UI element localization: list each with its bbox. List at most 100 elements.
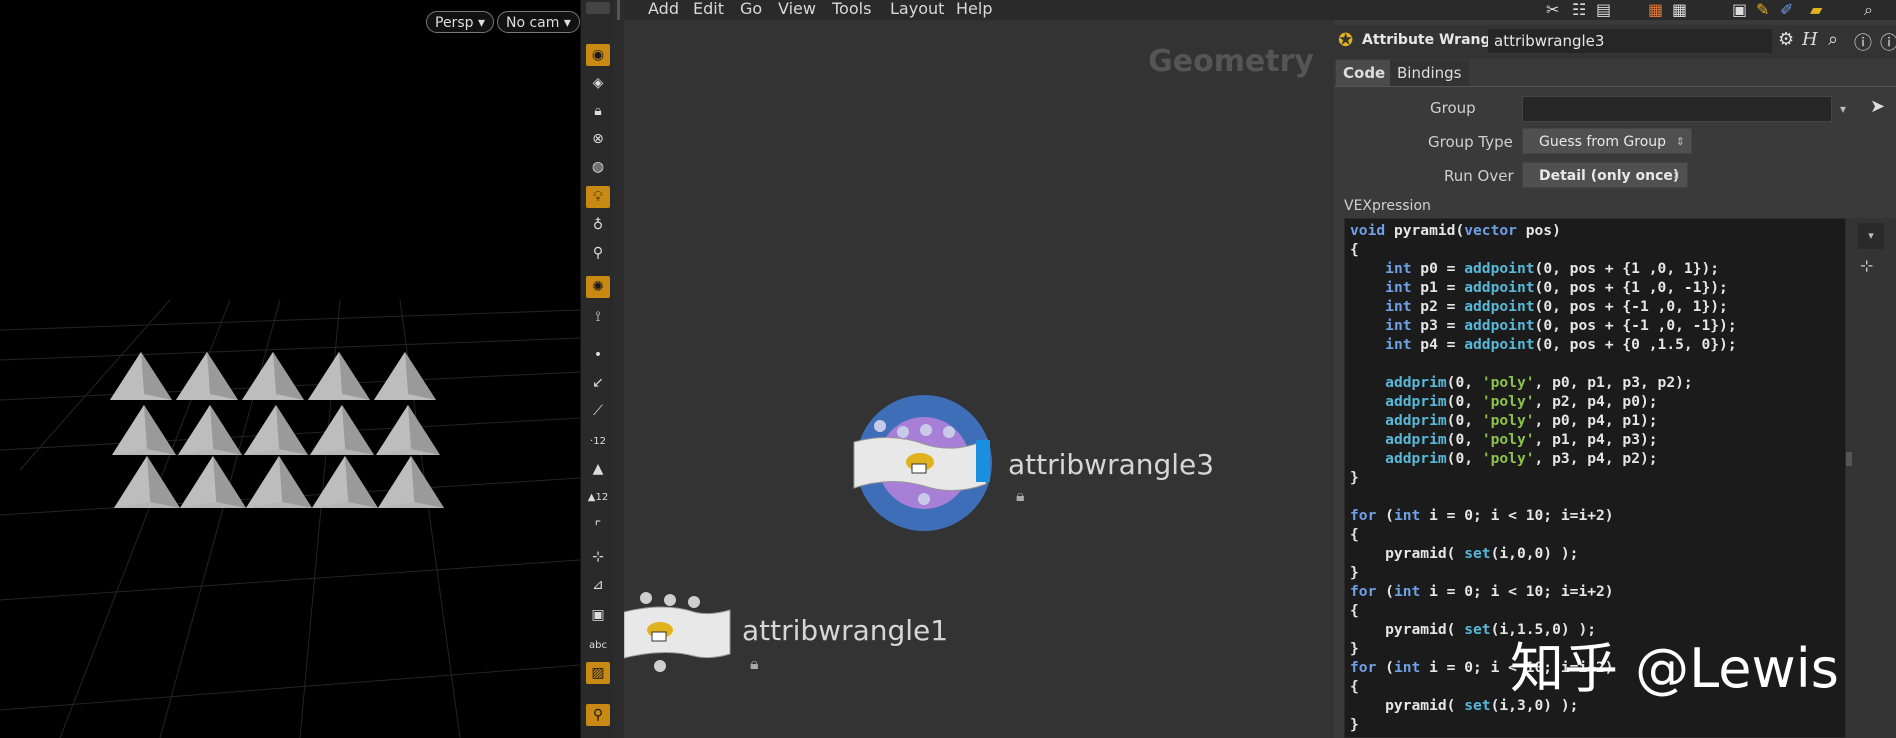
normal-display-icon[interactable]: ↙	[586, 372, 610, 394]
pyramid-geometry	[110, 352, 444, 508]
point-numbers-icon[interactable]: ·12	[586, 430, 610, 452]
network-menubar: Add Edit Go View Tools Layout Help	[624, 0, 1334, 20]
pyramid-mesh	[312, 456, 378, 508]
camera-persp-label: Persp	[435, 15, 474, 31]
node-label-attribwrangle3: attribwrangle3	[1008, 448, 1215, 481]
pane-splitter[interactable]	[614, 0, 624, 738]
camera-persp-menu[interactable]: Persp ▾	[426, 11, 494, 33]
node-attribwrangle1[interactable]	[623, 590, 734, 676]
select-arrow-icon[interactable]: ➤	[1870, 96, 1885, 117]
background-image-icon[interactable]: ▨	[586, 662, 610, 684]
hull-display-icon[interactable]: ⊹	[586, 546, 610, 568]
snapshot-icon[interactable]: ▣	[1732, 0, 1747, 19]
wrangle-node-icon	[623, 592, 731, 672]
prim-numbers-icon[interactable]: ▲12	[586, 486, 610, 508]
tab-divider	[1334, 86, 1896, 87]
pyramid-mesh	[244, 405, 308, 455]
menu-add[interactable]: Add	[648, 0, 679, 18]
network-editor[interactable]: Add Edit Go View Tools Layout Help Geome…	[623, 0, 1334, 738]
group-field[interactable]	[1522, 96, 1832, 122]
pyramid-mesh	[242, 352, 304, 400]
wrangle-node-icon	[853, 395, 992, 531]
run-over-value: Detail (only once)	[1539, 168, 1680, 184]
point-display-icon[interactable]: •	[586, 344, 610, 366]
pyramid-mesh	[310, 405, 374, 455]
node-attribwrangle3[interactable]	[850, 392, 1010, 534]
uv-display-icon[interactable]: ⊿	[586, 574, 610, 596]
pyramid-mesh	[178, 405, 242, 455]
shading-icon[interactable]: ◍	[586, 156, 610, 178]
group-label: Group	[1430, 99, 1476, 117]
table-icon[interactable]: ▦	[1672, 0, 1687, 19]
menu-layout[interactable]: Layout	[890, 0, 944, 18]
pyramid-mesh	[374, 352, 436, 400]
tools-icon[interactable]: ✂	[1546, 0, 1559, 19]
edge-display-icon[interactable]: ⌜	[586, 516, 610, 538]
pyramid-mesh	[110, 352, 172, 400]
editor-resize-handle[interactable]	[1846, 452, 1852, 466]
light-icon[interactable]: ♁	[586, 214, 610, 236]
more-icon[interactable]: ⓘ	[1880, 29, 1896, 55]
vertex-display-icon[interactable]: ▣	[586, 604, 610, 626]
updown-icon: ⇕	[1675, 135, 1685, 148]
editor-side-controls: ▾ ⊹	[1846, 218, 1896, 738]
help-h-icon[interactable]: H	[1802, 29, 1818, 50]
pyramid-mesh	[114, 456, 180, 508]
node-lock-icon: 🔒︎	[750, 654, 759, 673]
group-type-label: Group Type	[1428, 133, 1513, 151]
edit-icon[interactable]: ✐	[1780, 0, 1793, 19]
viewport-toolbar: ◉ ◈ 🔒︎ ⊗ ◍ 💡︎ ♁ ⚲ ✺ ⟟ • ↙ ⟋ ·12 ▲ ▲12 ⌜ …	[580, 0, 616, 738]
menu-tools[interactable]: Tools	[832, 0, 871, 18]
pyramid-mesh	[112, 405, 176, 455]
text-display-icon[interactable]: abc	[586, 634, 610, 656]
menu-view[interactable]: View	[778, 0, 816, 18]
editor-menu-arrow[interactable]: ▾	[1858, 223, 1884, 249]
pyramid-mesh	[246, 456, 312, 508]
updown-icon: ⇕	[1671, 169, 1681, 182]
view-eye-icon[interactable]: ◉	[586, 44, 610, 66]
gear-icon[interactable]: ⚙	[1778, 29, 1794, 50]
network-context-title: Geometry	[1148, 44, 1314, 79]
menu-edit[interactable]: Edit	[693, 0, 724, 18]
tree-icon[interactable]: ☷	[1572, 0, 1586, 19]
menu-go[interactable]: Go	[740, 0, 762, 18]
visualizer-icon[interactable]: ⟟	[586, 306, 610, 328]
light-link-icon[interactable]: ⚲	[586, 242, 610, 264]
tab-code[interactable]: Code	[1336, 60, 1393, 86]
notes-icon[interactable]: ✎	[1756, 0, 1769, 19]
lock-icon[interactable]: 🔒︎	[586, 100, 610, 122]
prim-display-icon[interactable]: ▲	[586, 458, 610, 480]
node-lock-icon: 🔒︎	[1016, 486, 1025, 505]
group-type-select[interactable]: Guess from Group ⇕	[1522, 128, 1692, 154]
pyramid-mesh	[180, 456, 246, 508]
group-type-value: Guess from Group	[1539, 134, 1667, 150]
display-mode-icon[interactable]: ✺	[586, 276, 610, 298]
bookmark-icon[interactable]: ▰	[1810, 0, 1822, 19]
group-dropdown-arrow[interactable]: ▾	[1832, 96, 1854, 122]
scene-viewport[interactable]: Persp ▾ No cam ▾	[0, 0, 580, 738]
wrangle-type-icon: ✪	[1338, 30, 1354, 51]
search-icon[interactable]: ⌕	[1864, 0, 1873, 20]
vector-display-icon[interactable]: ⟋	[586, 400, 610, 422]
node-name-field[interactable]: attribwrangle3	[1488, 29, 1772, 53]
parameter-header: ✪ Attribute Wrangle attribwrangle3 ⚙ H ⌕…	[1334, 25, 1896, 59]
display-options-icon[interactable]: ◈	[586, 72, 610, 94]
camera-no-cam-menu[interactable]: No cam ▾	[497, 11, 580, 33]
camera-no-cam-label: No cam	[506, 15, 560, 31]
list-icon[interactable]: ▤	[1596, 0, 1611, 19]
menu-help[interactable]: Help	[956, 0, 992, 18]
vexpression-label: VEXpression	[1344, 198, 1431, 214]
headlight-icon[interactable]: 💡︎	[586, 186, 610, 208]
ghost-icon[interactable]: ⊗	[586, 128, 610, 150]
tab-bindings[interactable]: Bindings	[1390, 60, 1469, 86]
expand-editor-icon[interactable]: ⊹	[1860, 256, 1873, 275]
pin-icon[interactable]: ⚲	[586, 704, 610, 726]
toolbar-collapse-handle[interactable]	[586, 2, 610, 14]
info-icon[interactable]: ⓘ	[1854, 29, 1872, 55]
pyramid-mesh	[376, 405, 440, 455]
param-search-icon[interactable]: ⌕	[1828, 29, 1838, 50]
pyramid-mesh	[308, 352, 370, 400]
watermark: 知乎 @Lewis	[1510, 637, 1839, 700]
run-over-select[interactable]: Detail (only once) ⇕	[1522, 162, 1688, 188]
grid-icon[interactable]: ▦	[1648, 0, 1663, 19]
